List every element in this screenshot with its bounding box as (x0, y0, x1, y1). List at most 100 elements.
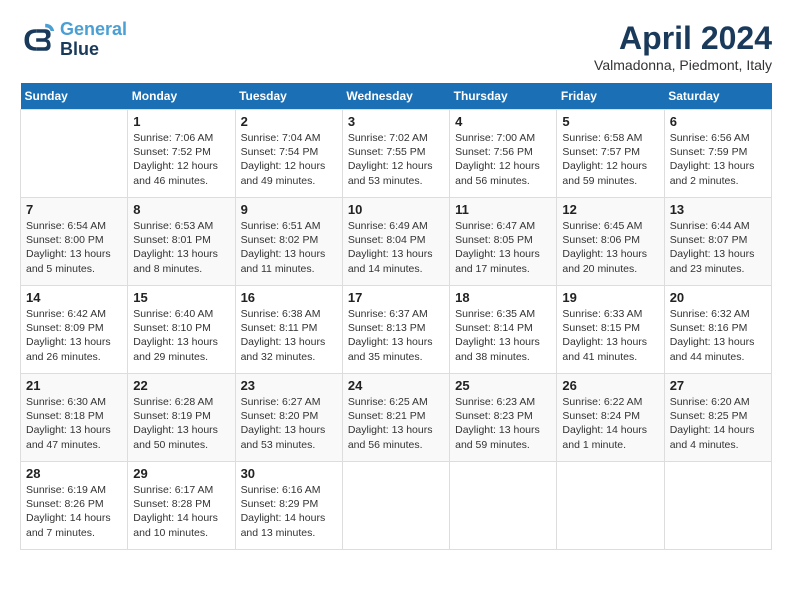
calendar-cell: 24 Sunrise: 6:25 AM Sunset: 8:21 PM Dayli… (342, 374, 449, 462)
day-number: 15 (133, 290, 229, 305)
page-header: General Blue April 2024 Valmadonna, Pied… (20, 20, 772, 73)
day-number: 6 (670, 114, 766, 129)
calendar-cell: 18 Sunrise: 6:35 AM Sunset: 8:14 PM Dayli… (450, 286, 557, 374)
cell-info: Sunrise: 6:37 AM Sunset: 8:13 PM Dayligh… (348, 307, 444, 364)
calendar-cell: 1 Sunrise: 7:06 AM Sunset: 7:52 PM Daylig… (128, 110, 235, 198)
calendar-cell (450, 462, 557, 550)
day-number: 18 (455, 290, 551, 305)
cell-info: Sunrise: 6:42 AM Sunset: 8:09 PM Dayligh… (26, 307, 122, 364)
calendar-week-2: 7Sunrise: 6:54 AM Sunset: 8:00 PM Daylig… (21, 198, 772, 286)
calendar-cell: 6 Sunrise: 6:56 AM Sunset: 7:59 PM Daylig… (664, 110, 771, 198)
calendar-cell: 10Sunrise: 6:49 AM Sunset: 8:04 PM Dayli… (342, 198, 449, 286)
calendar-cell: 5 Sunrise: 6:58 AM Sunset: 7:57 PM Daylig… (557, 110, 664, 198)
cell-info: Sunrise: 6:35 AM Sunset: 8:14 PM Dayligh… (455, 307, 551, 364)
calendar-cell: 30 Sunrise: 6:16 AM Sunset: 8:29 PM Dayli… (235, 462, 342, 550)
weekday-header-row: SundayMondayTuesdayWednesdayThursdayFrid… (21, 83, 772, 110)
day-number: 20 (670, 290, 766, 305)
calendar-cell: 2Sunrise: 7:04 AM Sunset: 7:54 PM Daylig… (235, 110, 342, 198)
cell-info: Sunrise: 7:02 AM Sunset: 7:55 PM Dayligh… (348, 131, 444, 188)
weekday-header-monday: Monday (128, 83, 235, 110)
logo: General Blue (20, 20, 127, 60)
cell-info: Sunrise: 6:53 AM Sunset: 8:01 PM Dayligh… (133, 219, 229, 276)
cell-info: Sunrise: 6:40 AM Sunset: 8:10 PM Dayligh… (133, 307, 229, 364)
calendar-week-3: 14Sunrise: 6:42 AM Sunset: 8:09 PM Dayli… (21, 286, 772, 374)
cell-info: Sunrise: 6:22 AM Sunset: 8:24 PM Dayligh… (562, 395, 658, 452)
cell-info: Sunrise: 6:51 AM Sunset: 8:02 PM Dayligh… (241, 219, 337, 276)
calendar-cell: 19 Sunrise: 6:33 AM Sunset: 8:15 PM Dayli… (557, 286, 664, 374)
calendar-cell: 21Sunrise: 6:30 AM Sunset: 8:18 PM Dayli… (21, 374, 128, 462)
calendar-table: SundayMondayTuesdayWednesdayThursdayFrid… (20, 83, 772, 550)
calendar-cell: 3 Sunrise: 7:02 AM Sunset: 7:55 PM Daylig… (342, 110, 449, 198)
day-number: 22 (133, 378, 229, 393)
calendar-cell: 4 Sunrise: 7:00 AM Sunset: 7:56 PM Daylig… (450, 110, 557, 198)
cell-info: Sunrise: 6:20 AM Sunset: 8:25 PM Dayligh… (670, 395, 766, 452)
cell-info: Sunrise: 6:58 AM Sunset: 7:57 PM Dayligh… (562, 131, 658, 188)
cell-info: Sunrise: 6:27 AM Sunset: 8:20 PM Dayligh… (241, 395, 337, 452)
day-number: 3 (348, 114, 444, 129)
calendar-cell: 23 Sunrise: 6:27 AM Sunset: 8:20 PM Dayli… (235, 374, 342, 462)
day-number: 27 (670, 378, 766, 393)
cell-info: Sunrise: 6:56 AM Sunset: 7:59 PM Dayligh… (670, 131, 766, 188)
calendar-cell: 22Sunrise: 6:28 AM Sunset: 8:19 PM Dayli… (128, 374, 235, 462)
day-number: 23 (241, 378, 337, 393)
calendar-cell (21, 110, 128, 198)
calendar-cell (557, 462, 664, 550)
weekday-header-saturday: Saturday (664, 83, 771, 110)
weekday-header-thursday: Thursday (450, 83, 557, 110)
calendar-week-4: 21Sunrise: 6:30 AM Sunset: 8:18 PM Dayli… (21, 374, 772, 462)
day-number: 30 (241, 466, 337, 481)
calendar-cell: 26 Sunrise: 6:22 AM Sunset: 8:24 PM Dayli… (557, 374, 664, 462)
day-number: 12 (562, 202, 658, 217)
calendar-cell: 13 Sunrise: 6:44 AM Sunset: 8:07 PM Dayli… (664, 198, 771, 286)
day-number: 19 (562, 290, 658, 305)
day-number: 1 (133, 114, 229, 129)
calendar-cell: 28Sunrise: 6:19 AM Sunset: 8:26 PM Dayli… (21, 462, 128, 550)
calendar-cell: 9 Sunrise: 6:51 AM Sunset: 8:02 PM Daylig… (235, 198, 342, 286)
day-number: 5 (562, 114, 658, 129)
weekday-header-wednesday: Wednesday (342, 83, 449, 110)
calendar-cell (342, 462, 449, 550)
cell-info: Sunrise: 6:17 AM Sunset: 8:28 PM Dayligh… (133, 483, 229, 540)
calendar-cell: 16Sunrise: 6:38 AM Sunset: 8:11 PM Dayli… (235, 286, 342, 374)
day-number: 7 (26, 202, 122, 217)
weekday-header-friday: Friday (557, 83, 664, 110)
location: Valmadonna, Piedmont, Italy (594, 57, 772, 73)
calendar-cell: 25Sunrise: 6:23 AM Sunset: 8:23 PM Dayli… (450, 374, 557, 462)
cell-info: Sunrise: 6:38 AM Sunset: 8:11 PM Dayligh… (241, 307, 337, 364)
day-number: 29 (133, 466, 229, 481)
cell-info: Sunrise: 7:06 AM Sunset: 7:52 PM Dayligh… (133, 131, 229, 188)
calendar-cell: 17 Sunrise: 6:37 AM Sunset: 8:13 PM Dayli… (342, 286, 449, 374)
calendar-cell: 7Sunrise: 6:54 AM Sunset: 8:00 PM Daylig… (21, 198, 128, 286)
day-number: 13 (670, 202, 766, 217)
cell-info: Sunrise: 6:16 AM Sunset: 8:29 PM Dayligh… (241, 483, 337, 540)
day-number: 8 (133, 202, 229, 217)
cell-info: Sunrise: 6:47 AM Sunset: 8:05 PM Dayligh… (455, 219, 551, 276)
day-number: 11 (455, 202, 551, 217)
cell-info: Sunrise: 6:49 AM Sunset: 8:04 PM Dayligh… (348, 219, 444, 276)
cell-info: Sunrise: 7:00 AM Sunset: 7:56 PM Dayligh… (455, 131, 551, 188)
day-number: 17 (348, 290, 444, 305)
day-number: 28 (26, 466, 122, 481)
cell-info: Sunrise: 6:32 AM Sunset: 8:16 PM Dayligh… (670, 307, 766, 364)
cell-info: Sunrise: 6:25 AM Sunset: 8:21 PM Dayligh… (348, 395, 444, 452)
cell-info: Sunrise: 7:04 AM Sunset: 7:54 PM Dayligh… (241, 131, 337, 188)
day-number: 4 (455, 114, 551, 129)
calendar-cell: 29 Sunrise: 6:17 AM Sunset: 8:28 PM Dayli… (128, 462, 235, 550)
calendar-week-1: 1 Sunrise: 7:06 AM Sunset: 7:52 PM Daylig… (21, 110, 772, 198)
calendar-cell: 14Sunrise: 6:42 AM Sunset: 8:09 PM Dayli… (21, 286, 128, 374)
cell-info: Sunrise: 6:45 AM Sunset: 8:06 PM Dayligh… (562, 219, 658, 276)
day-number: 24 (348, 378, 444, 393)
day-number: 25 (455, 378, 551, 393)
logo-text: General Blue (60, 20, 127, 60)
calendar-cell: 20 Sunrise: 6:32 AM Sunset: 8:16 PM Dayli… (664, 286, 771, 374)
weekday-header-sunday: Sunday (21, 83, 128, 110)
cell-info: Sunrise: 6:33 AM Sunset: 8:15 PM Dayligh… (562, 307, 658, 364)
calendar-cell: 12 Sunrise: 6:45 AM Sunset: 8:06 PM Dayli… (557, 198, 664, 286)
cell-info: Sunrise: 6:44 AM Sunset: 8:07 PM Dayligh… (670, 219, 766, 276)
calendar-cell: 8 Sunrise: 6:53 AM Sunset: 8:01 PM Daylig… (128, 198, 235, 286)
calendar-cell: 27 Sunrise: 6:20 AM Sunset: 8:25 PM Dayli… (664, 374, 771, 462)
day-number: 9 (241, 202, 337, 217)
weekday-header-tuesday: Tuesday (235, 83, 342, 110)
day-number: 26 (562, 378, 658, 393)
calendar-cell: 11 Sunrise: 6:47 AM Sunset: 8:05 PM Dayli… (450, 198, 557, 286)
